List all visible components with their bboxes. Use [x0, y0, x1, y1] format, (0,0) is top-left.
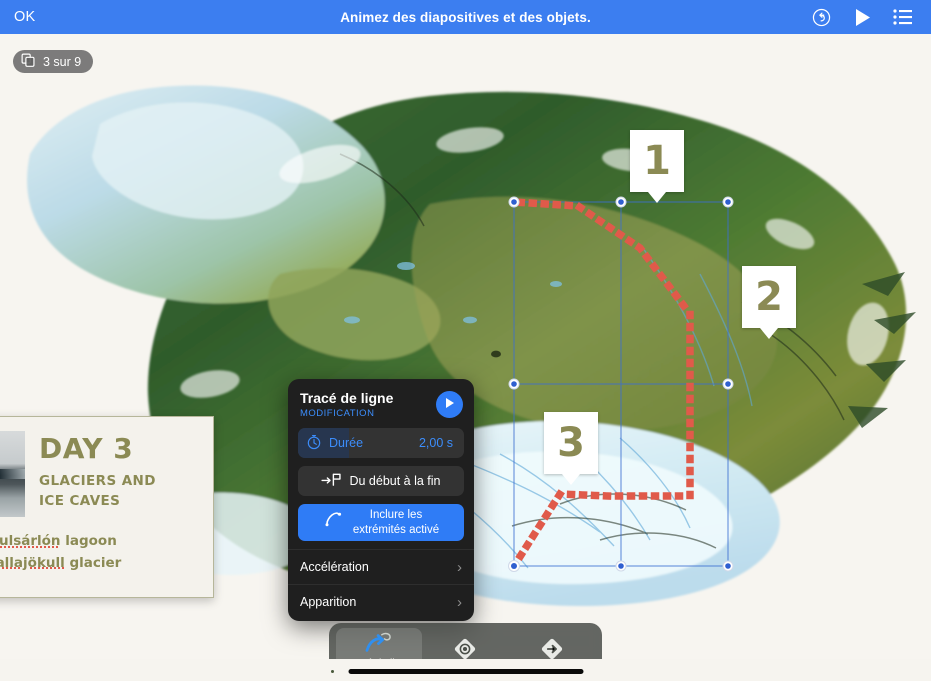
- card-body-line-2: n Eyjafjallajökull glacier: [0, 553, 199, 575]
- animation-marker-2[interactable]: 2: [742, 266, 796, 339]
- status-dot: [331, 670, 334, 673]
- animation-marker-number: 3: [557, 420, 585, 466]
- card-day-title: DAY 3: [39, 432, 134, 465]
- appearance-nav-item[interactable]: Apparition ›: [288, 584, 474, 619]
- card-titles: DAY 3 GLACIERS AND ICE CAVES: [39, 431, 156, 517]
- acceleration-nav-item[interactable]: Accélération ›: [288, 549, 474, 584]
- appearance-label: Apparition: [300, 595, 357, 610]
- slide-counter-badge[interactable]: 3 sur 9: [13, 50, 94, 73]
- home-indicator[interactable]: [348, 669, 583, 674]
- add-exit-icon: [540, 636, 564, 659]
- tool-line-path-label: Tracé de ligne: [346, 657, 412, 659]
- top-toolbar-actions: [811, 7, 913, 28]
- include-endpoints-row[interactable]: Inclure les extrémités activé: [298, 504, 464, 542]
- panel-preview-play-button[interactable]: [436, 391, 463, 418]
- card-subtitle: GLACIERS AND ICE CAVES: [39, 472, 156, 511]
- card-body-text: ross Jökulsárlón lagoon n Eyjafjallajöku…: [0, 531, 199, 575]
- card-header: DAY 3 GLACIERS AND ICE CAVES: [0, 431, 199, 517]
- chevron-right-icon: ›: [457, 593, 462, 611]
- play-icon: [444, 396, 455, 414]
- include-endpoints-label-line-1: Inclure les: [369, 509, 423, 522]
- line-path-options-panel[interactable]: Tracé de ligne MODIFICATION Durée 2,00 s…: [288, 379, 474, 622]
- direction-row[interactable]: Du début à la fin: [298, 466, 464, 497]
- animation-marker-number: 1: [643, 138, 671, 184]
- marker-tail-icon: [562, 474, 580, 485]
- card-line2-suffix: glacier: [64, 554, 122, 571]
- card-subtitle-line-2: ICE CAVES: [39, 492, 121, 509]
- duration-label: Durée: [329, 436, 364, 451]
- list-icon[interactable]: [893, 9, 913, 25]
- chevron-right-icon: ›: [457, 558, 462, 576]
- ok-button[interactable]: OK: [14, 9, 35, 25]
- text-card-object[interactable]: DAY 3 GLACIERS AND ICE CAVES ross Jökuls…: [0, 416, 214, 598]
- top-toolbar: OK Animez des diapositives et des objets…: [0, 0, 931, 34]
- include-endpoints-label: Inclure les extrémités activé: [353, 508, 439, 537]
- tool-add-action[interactable]: Ajouter une action: [422, 628, 508, 659]
- animation-marker-3[interactable]: 3: [544, 412, 598, 485]
- slide-canvas[interactable]: 3 sur 9 1 2 3 DAY 3 GLACIERS AND ICE CAV…: [0, 34, 931, 659]
- animation-toolbar: Tracé de ligne Entrée Ajouter une action: [329, 623, 602, 659]
- duration-row[interactable]: Durée 2,00 s: [298, 428, 464, 459]
- include-endpoints-label-line-2: extrémités activé: [352, 523, 440, 536]
- slide-counter-label: 3 sur 9: [43, 54, 82, 69]
- card-line2-misspelled-word: Eyjafjallajökull: [0, 554, 65, 571]
- direction-label: Du début à la fin: [349, 474, 441, 489]
- tool-line-path[interactable]: Tracé de ligne Entrée: [336, 628, 423, 659]
- card-body-line-1: ross Jökulsárlón lagoon: [0, 531, 199, 553]
- card-photo: [0, 431, 25, 517]
- panel-header-text: Tracé de ligne MODIFICATION: [300, 390, 436, 419]
- panel-title: Tracé de ligne: [300, 390, 394, 406]
- app-root: OK Animez des diapositives et des objets…: [0, 0, 931, 681]
- undo-icon[interactable]: [811, 7, 832, 28]
- play-icon[interactable]: [854, 8, 871, 27]
- panel-subtitle: MODIFICATION: [300, 408, 375, 420]
- slides-stack-icon: [21, 53, 36, 71]
- tool-add-exit[interactable]: Ajouter une sortie: [509, 628, 595, 659]
- acceleration-label: Accélération: [300, 560, 369, 575]
- arrow-to-flag-icon: [321, 472, 342, 490]
- marker-tail-icon: [648, 192, 666, 203]
- line-path-icon: [364, 630, 394, 656]
- animation-marker-1[interactable]: 1: [630, 130, 684, 203]
- card-subtitle-line-1: GLACIERS AND: [39, 473, 156, 489]
- page-title: Animez des diapositives et des objets.: [340, 9, 591, 25]
- add-action-icon: [453, 636, 477, 659]
- card-line1-misspelled-word: Jökulsárlón: [0, 533, 61, 549]
- s-curve-icon: [323, 510, 345, 534]
- panel-header: Tracé de ligne MODIFICATION: [288, 379, 474, 428]
- duration-value: 2,00 s: [418, 436, 453, 451]
- marker-tail-icon: [760, 328, 778, 339]
- animation-marker-number: 2: [755, 274, 783, 320]
- card-line1-suffix: lagoon: [60, 533, 117, 549]
- stopwatch-icon: [306, 434, 322, 453]
